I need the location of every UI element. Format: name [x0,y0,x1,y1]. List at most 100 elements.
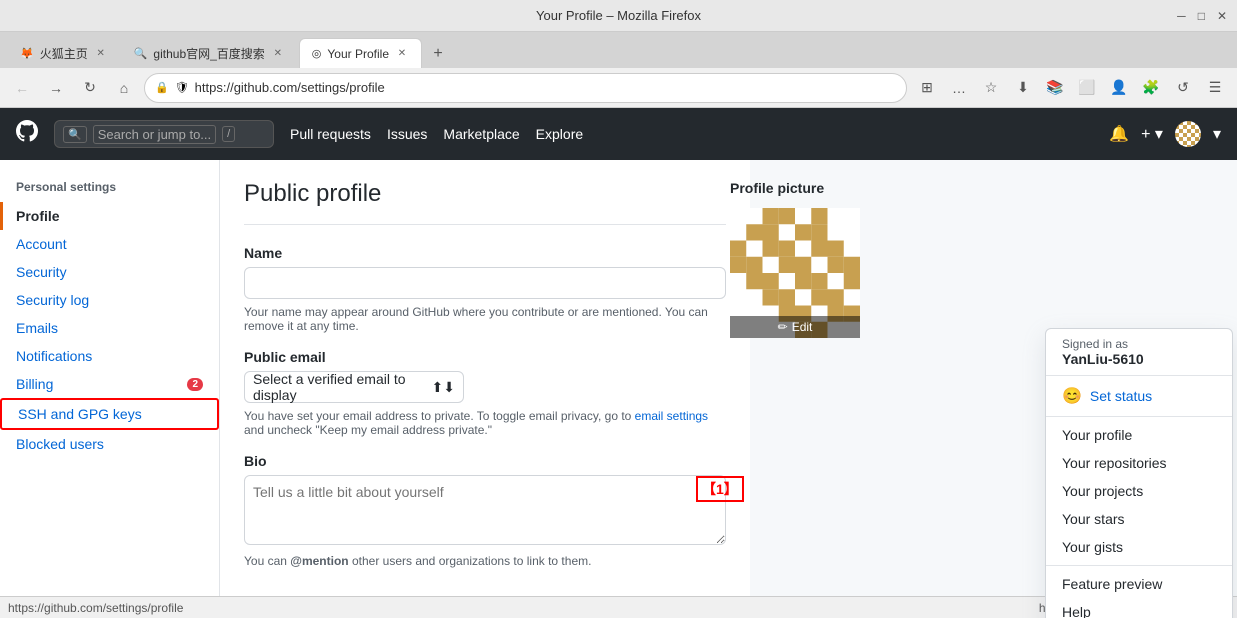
bio-label: Bio [244,453,726,469]
back-icon: ← [15,80,29,96]
user-dropdown-menu: Signed in as YanLiu-5610 😊 Set status Yo… [1045,328,1233,618]
annotation-1: 【1】 [696,476,744,502]
reload-button[interactable]: ↻ [76,74,104,102]
avatar-dropdown-icon[interactable]: ▾ [1213,124,1221,144]
browser-titlebar: Your Profile – Mozilla Firefox ─ □ ✕ [0,0,1237,32]
tab-2[interactable]: 🔍 github官网_百度搜索 ✕ [122,38,297,68]
content-wrapper: Public profile Name Your name may appear… [220,160,1237,618]
address-bar[interactable] [195,80,896,95]
select-dropdown-icon: ⬆⬇ [432,379,455,396]
sidebar-heading: Personal settings [0,176,219,202]
dropdown-your-repositories[interactable]: Your repositories [1046,449,1232,477]
github-logo[interactable] [16,120,38,148]
name-label: Name [244,245,726,261]
sidebar-item-profile[interactable]: Profile [0,202,219,230]
dropdown-username: YanLiu-5610 [1062,351,1216,367]
tab-2-close[interactable]: ✕ [271,46,285,60]
sidebar: Personal settings Profile Account Securi… [0,160,220,618]
back-history-icon[interactable]: ↺ [1169,74,1197,102]
dropdown-section-2: Feature preview Help Settings Sign out [1046,566,1232,618]
home-icon: ⌂ [120,80,128,96]
close-button[interactable]: ✕ [1217,9,1227,23]
profile-icon[interactable]: 👤 [1105,74,1133,102]
profile-picture-label: Profile picture [730,180,860,196]
forward-button[interactable]: → [42,74,70,102]
nav-marketplace[interactable]: Marketplace [443,126,519,142]
search-bar[interactable]: 🔍 Search or jump to... / [54,120,274,148]
sidebar-item-blocked-users[interactable]: Blocked users [0,430,219,458]
email-settings-link[interactable]: email settings [635,409,708,423]
tab-3[interactable]: ◎ Your Profile ✕ [299,38,422,68]
smiley-icon: 😊 [1062,386,1082,406]
download-icon[interactable]: ⬇ [1009,74,1037,102]
name-group: Name Your name may appear around GitHub … [244,245,726,333]
avatar-image [1175,121,1201,147]
hamburger-icon[interactable]: ☰ [1201,74,1229,102]
email-help-prefix: You have set your email address to priva… [244,409,635,423]
dropdown-help[interactable]: Help [1046,598,1232,618]
maximize-button[interactable]: □ [1198,9,1205,23]
pencil-icon: ✏ [778,320,788,334]
main-content: Personal settings Profile Account Securi… [0,160,1237,618]
tab-1-icon: 🦊 [20,47,34,60]
sidebar-item-account[interactable]: Account [0,230,219,258]
search-shortcut: / [222,126,235,142]
github-nav: Pull requests Issues Marketplace Explore [290,126,583,142]
tab-2-icon: 🔍 [134,47,148,60]
bookmark-icon[interactable]: ☆ [977,74,1005,102]
public-email-label: Public email [244,349,726,365]
new-tab-button[interactable]: + [424,40,452,68]
home-button[interactable]: ⌂ [110,74,138,102]
dropdown-feature-preview[interactable]: Feature preview [1046,570,1232,598]
extensions-icon[interactable]: 🧩 [1137,74,1165,102]
tab-1[interactable]: 🦊 火狐主页 ✕ [8,38,120,68]
sidebar-item-billing[interactable]: Billing 2 [0,370,219,398]
synced-tabs-icon[interactable]: ⬜ [1073,74,1101,102]
dropdown-header: Signed in as YanLiu-5610 [1046,329,1232,376]
sidebar-item-security[interactable]: Security [0,258,219,286]
content-area: Public profile Name Your name may appear… [220,160,750,618]
bookmarks-library-icon[interactable]: 📚 [1041,74,1069,102]
more-options-icon[interactable]: … [945,74,973,102]
window-controls[interactable]: ─ □ ✕ [1177,9,1227,23]
tab-3-icon: ◎ [312,47,322,60]
plus-dropdown-icon[interactable]: + ▾ [1141,124,1163,144]
dropdown-your-gists[interactable]: Your gists [1046,533,1232,561]
nav-explore[interactable]: Explore [536,126,583,142]
status-bar-left: https://github.com/settings/profile [8,601,183,615]
dropdown-your-stars[interactable]: Your stars [1046,505,1232,533]
set-status-item[interactable]: 😊 Set status [1046,380,1232,412]
browser-toolbar: ← → ↻ ⌂ 🔒 🛡 ⊞ … ☆ ⬇ 📚 ⬜ 👤 🧩 ↺ ☰ [0,68,1237,108]
nav-issues[interactable]: Issues [387,126,427,142]
select-placeholder: Select a verified email to display [253,371,432,403]
back-button[interactable]: ← [8,74,36,102]
sidebar-item-security-log[interactable]: Security log [0,286,219,314]
user-avatar[interactable] [1175,121,1201,147]
dropdown-your-projects[interactable]: Your projects [1046,477,1232,505]
reload-icon: ↻ [84,79,96,96]
reader-view-icon[interactable]: ⊞ [913,74,941,102]
browser-title: Your Profile – Mozilla Firefox [536,8,701,23]
bio-textarea[interactable] [244,475,726,545]
name-input[interactable] [244,267,726,299]
edit-profile-picture-button[interactable]: ✏ Edit [730,316,860,338]
email-help-suffix: and uncheck "Keep my email address priva… [244,423,492,437]
tab-1-close[interactable]: ✕ [94,46,108,60]
dropdown-your-profile[interactable]: Your profile [1046,421,1232,449]
header-right: 🔔 + ▾ ▾ [1109,121,1221,147]
search-placeholder: Search or jump to... [93,125,216,144]
address-bar-container[interactable]: 🔒 🛡 [144,73,907,103]
public-email-select[interactable]: Select a verified email to display ⬆⬇ [244,371,464,403]
forward-icon: → [49,80,63,96]
sidebar-item-ssh-gpg-keys[interactable]: SSH and GPG keys [0,398,219,430]
minimize-button[interactable]: ─ [1177,9,1186,23]
page-title: Public profile [244,180,726,225]
browser-tabs: 🦊 火狐主页 ✕ 🔍 github官网_百度搜索 ✕ ◎ Your Profil… [0,32,1237,68]
tab-3-close[interactable]: ✕ [395,47,409,61]
sidebar-item-emails[interactable]: Emails [0,314,219,342]
notifications-bell-icon[interactable]: 🔔 [1109,124,1129,144]
dropdown-section-1: Your profile Your repositories Your proj… [1046,417,1232,566]
sidebar-item-notifications[interactable]: Notifications [0,342,219,370]
edit-label: Edit [792,320,813,334]
nav-pull-requests[interactable]: Pull requests [290,126,371,142]
